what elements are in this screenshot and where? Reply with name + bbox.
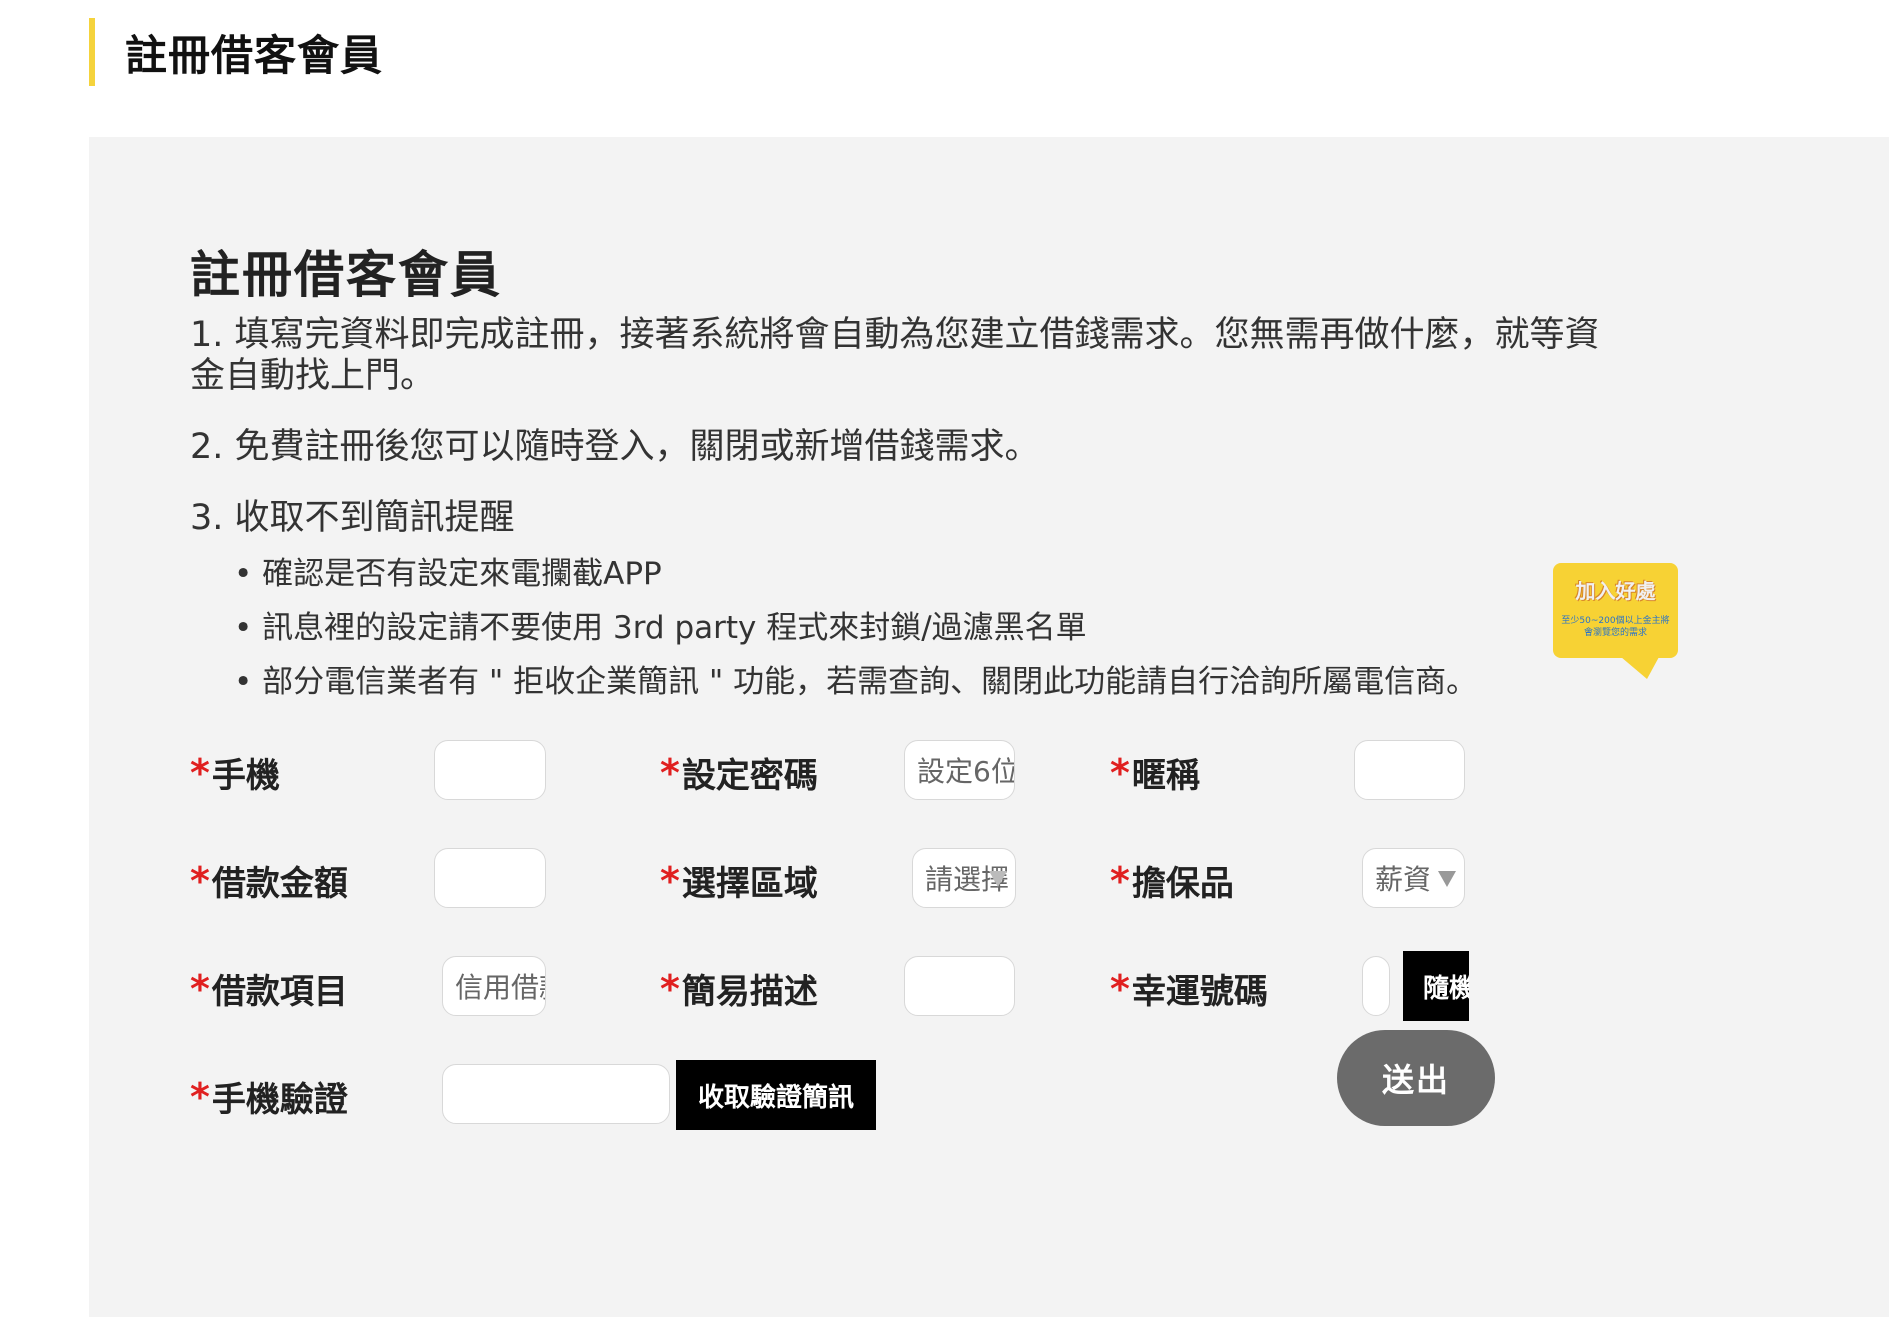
phone-label-text: 手機 — [211, 756, 280, 796]
verify-label-text: 手機驗證 — [211, 1080, 348, 1120]
speech-tail-icon — [1621, 657, 1659, 679]
chevron-down-icon — [1438, 871, 1456, 887]
required-mark: * — [660, 966, 680, 1011]
region-label: * 選擇區域 — [660, 856, 818, 905]
note-3: 3. 收取不到簡訊提醒 — [190, 498, 515, 538]
amount-input[interactable] — [434, 848, 546, 908]
required-mark: * — [1110, 858, 1130, 903]
random-number-button[interactable]: 隨機產生 — [1403, 951, 1469, 1021]
submit-button[interactable]: 送出 — [1337, 1030, 1495, 1126]
required-mark: * — [190, 966, 210, 1011]
description-label: * 簡易描述 — [660, 964, 818, 1013]
required-mark: * — [190, 1074, 210, 1119]
collateral-label-text: 擔保品 — [1131, 864, 1234, 904]
send-sms-button[interactable]: 收取驗證簡訊 — [676, 1060, 876, 1130]
region-label-text: 選擇區域 — [681, 864, 818, 904]
required-mark: * — [1110, 966, 1130, 1011]
collateral-label: * 擔保品 — [1110, 856, 1234, 905]
list-item: 訊息裡的設定請不要使用 3rd party 程式來封鎖/過濾黑名單 — [234, 601, 1630, 655]
required-mark: * — [190, 750, 210, 795]
amount-label-text: 借款金額 — [211, 864, 348, 904]
registration-panel: 註冊借客會員 1. 填寫完資料即完成註冊，接著系統將會自動為您建立借錢需求。您無… — [89, 137, 1889, 1317]
nickname-label: * 暱稱 — [1110, 748, 1200, 797]
promo-badge[interactable]: 加入好處 至少50~200個以上金主將會瀏覽您的需求 — [1553, 563, 1678, 679]
section-title: 註冊借客會員 — [190, 246, 502, 304]
list-item: 確認是否有設定來電攔截APP — [234, 547, 1630, 601]
sms-tips-list: 確認是否有設定來電攔截APP 訊息裡的設定請不要使用 3rd party 程式來… — [190, 547, 1630, 709]
loan-item-selected: 信用借款 — [455, 971, 545, 1004]
nickname-input[interactable] — [1354, 740, 1465, 800]
password-input[interactable]: 設定6位數以上密碼 — [904, 740, 1015, 800]
collateral-selected: 薪資 — [1375, 863, 1432, 896]
promo-title: 加入好處 — [1575, 579, 1656, 603]
lucky-number-label: * 幸運號碼 — [1110, 964, 1268, 1013]
password-label: * 設定密碼 — [660, 748, 818, 797]
password-placeholder: 設定6位數以上密碼 — [917, 755, 1015, 788]
region-select[interactable]: 請選擇 — [912, 848, 1016, 908]
collateral-select[interactable]: 薪資 — [1362, 848, 1465, 908]
intro-notes: 1. 填寫完資料即完成註冊，接著系統將會自動為您建立借錢需求。您無需再做什麼，就… — [190, 315, 1630, 709]
loan-item-label-text: 借款項目 — [211, 972, 348, 1012]
required-mark: * — [660, 858, 680, 903]
chevron-down-icon — [989, 871, 1007, 887]
verify-label: * 手機驗證 — [190, 1072, 348, 1121]
note-2: 2. 免費註冊後您可以隨時登入，關閉或新增借錢需求。 — [190, 427, 1040, 467]
required-mark: * — [1110, 750, 1130, 795]
required-mark: * — [660, 750, 680, 795]
verify-code-input[interactable] — [442, 1064, 670, 1124]
loan-item-label: * 借款項目 — [190, 964, 348, 1013]
phone-label: * 手機 — [190, 748, 280, 797]
list-item: 部分電信業者有 " 拒收企業簡訊 " 功能，若需查詢、關閉此功能請自行洽詢所屬電… — [234, 655, 1630, 709]
page-title: 註冊借客會員 — [125, 30, 384, 80]
page-header: 註冊借客會員 — [89, 18, 489, 86]
amount-label: * 借款金額 — [190, 856, 348, 905]
promo-subtitle: 至少50~200個以上金主將會瀏覽您的需求 — [1561, 616, 1670, 638]
description-label-text: 簡易描述 — [681, 972, 818, 1012]
phone-input[interactable] — [434, 740, 546, 800]
password-label-text: 設定密碼 — [681, 756, 818, 796]
description-input[interactable] — [904, 956, 1015, 1016]
nickname-label-text: 暱稱 — [1131, 756, 1200, 796]
required-mark: * — [190, 858, 210, 903]
lucky-number-input[interactable] — [1362, 956, 1390, 1016]
note-1: 1. 填寫完資料即完成註冊，接著系統將會自動為您建立借錢需求。您無需再做什麼，就… — [190, 315, 1600, 396]
loan-item-select[interactable]: 信用借款 — [442, 956, 546, 1016]
lucky-number-label-text: 幸運號碼 — [1131, 972, 1268, 1012]
